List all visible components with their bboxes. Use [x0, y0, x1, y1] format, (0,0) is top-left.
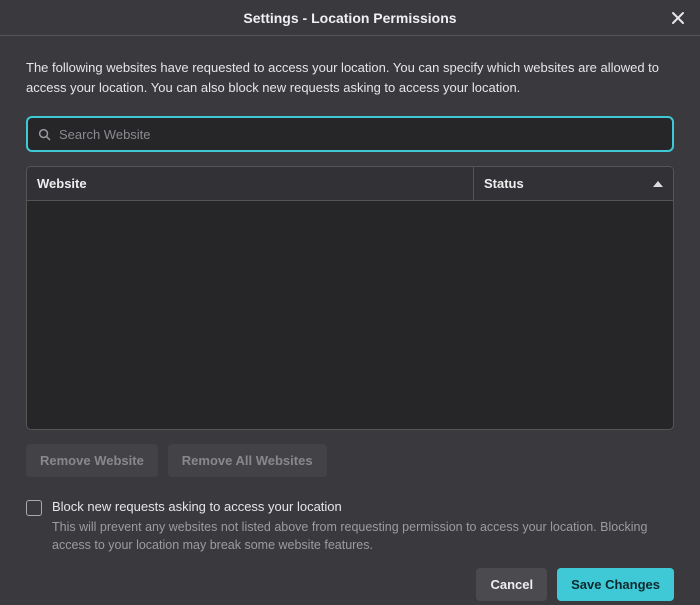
remove-website-button[interactable]: Remove Website [26, 444, 158, 477]
cancel-button[interactable]: Cancel [476, 568, 547, 601]
block-new-requests-checkbox[interactable] [26, 500, 42, 516]
close-icon [671, 11, 685, 25]
titlebar: Settings - Location Permissions [0, 0, 700, 36]
column-status[interactable]: Status [473, 167, 673, 200]
dialog-title: Settings - Location Permissions [243, 10, 456, 26]
save-button[interactable]: Save Changes [557, 568, 674, 601]
block-new-requests-label[interactable]: Block new requests asking to access your… [52, 499, 342, 514]
search-icon [38, 128, 51, 141]
column-website-label: Website [37, 176, 87, 191]
column-website[interactable]: Website [27, 176, 473, 191]
column-status-label: Status [484, 176, 524, 191]
search-input[interactable] [59, 127, 662, 142]
remove-all-websites-button[interactable]: Remove All Websites [168, 444, 327, 477]
description-text: The following websites have requested to… [26, 58, 674, 98]
sort-ascending-icon [653, 181, 663, 187]
search-field-wrap[interactable] [26, 116, 674, 152]
websites-table: Website Status [26, 166, 674, 430]
block-new-requests-help: This will prevent any websites not liste… [52, 519, 674, 554]
table-header: Website Status [27, 167, 673, 201]
close-button[interactable] [666, 6, 690, 30]
